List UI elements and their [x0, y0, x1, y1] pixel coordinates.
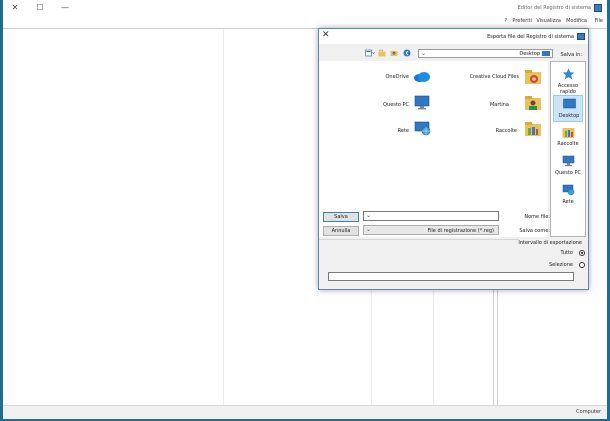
save-button[interactable]: Salva: [323, 212, 359, 222]
libraries-icon: [562, 128, 575, 138]
status-bar: Computer: [3, 405, 607, 419]
place-label: Questo PC: [555, 170, 581, 176]
network-icon: [414, 121, 431, 136]
export-range-label: Intervallo di esportazione: [518, 240, 582, 246]
menu-visualizza[interactable]: Visualizza: [536, 18, 561, 24]
save-in-label: Salva in:: [560, 52, 582, 58]
menu-modifica[interactable]: Modifica: [566, 18, 587, 24]
chevron-down-icon[interactable]: ⌄: [366, 212, 371, 219]
desktop-icon: [542, 51, 550, 56]
menu-file[interactable]: File: [595, 18, 603, 24]
range-selected-label: Selezione: [548, 262, 573, 268]
file-label: Raccolte: [495, 128, 517, 134]
view-menu-icon[interactable]: [365, 49, 375, 57]
save-as-type-label: Salva come:: [519, 228, 550, 234]
filename-input[interactable]: ⌄: [363, 211, 499, 221]
place-label: Rete: [562, 199, 574, 205]
close-window-button[interactable]: ✕: [9, 3, 21, 13]
file-label: Rete: [397, 128, 409, 134]
place-label: Raccolte: [557, 141, 579, 147]
place-accesso-rapido[interactable]: Accesso rapido: [553, 66, 583, 95]
file-label: Martina: [489, 102, 509, 108]
range-selected-radio[interactable]: [579, 262, 585, 268]
file-label: OneDrive: [385, 74, 409, 80]
star-icon: [562, 68, 575, 80]
network-icon: [562, 184, 575, 196]
filename-label: Nome file:: [524, 214, 550, 220]
place-desktop[interactable]: Desktop: [553, 95, 583, 122]
cloud-files-icon: [525, 70, 541, 84]
chevron-down-icon: ⌄: [366, 226, 372, 233]
chevron-down-icon: ⌄: [421, 50, 427, 57]
dialog-title: Esporta file del Registro di sistema: [487, 34, 574, 40]
up-folder-icon[interactable]: [390, 49, 398, 57]
status-path: Computer: [576, 409, 601, 415]
onedrive-icon: [414, 72, 430, 82]
export-dialog: ✕ Esporta file del Registro di sistema S…: [318, 28, 589, 290]
minimize-window-button[interactable]: —: [59, 3, 71, 13]
range-all-label: Tutto: [560, 250, 573, 256]
file-label: Questo PC: [383, 102, 409, 108]
computer-icon: [414, 95, 430, 110]
range-all-radio[interactable]: [579, 250, 585, 256]
desktop-icon: [563, 98, 576, 109]
save-as-type-value: File di registrazione (*.reg): [427, 228, 494, 234]
user-folder-icon: [525, 96, 541, 110]
cancel-button[interactable]: Annulla: [323, 226, 359, 236]
dialog-title-bar: ✕ Esporta file del Registro di sistema: [319, 29, 588, 44]
maximize-window-button[interactable]: ☐: [34, 3, 46, 13]
places-bar: Accesso rapido Desktop Raccolte Questo P…: [550, 61, 586, 237]
column-divider: [223, 29, 224, 405]
registry-editor-icon: [577, 33, 585, 40]
computer-icon: [562, 155, 575, 167]
selected-branch-input[interactable]: [328, 272, 574, 281]
dialog-close-button[interactable]: ✕: [322, 30, 330, 40]
place-raccolte[interactable]: Raccolte: [553, 124, 583, 151]
registry-editor-icon: [594, 4, 602, 12]
back-icon[interactable]: [403, 49, 411, 57]
save-in-value: Desktop: [519, 51, 540, 57]
radio-selected-dot: [581, 252, 583, 254]
new-folder-icon[interactable]: [378, 49, 386, 57]
place-questo-pc[interactable]: Questo PC: [553, 153, 583, 180]
menu-preferiti[interactable]: Preferiti: [512, 18, 532, 24]
window-title: Editor del Registro di sistema: [517, 5, 591, 11]
place-rete[interactable]: Rete: [553, 182, 583, 209]
place-label: Accesso rapido: [557, 83, 579, 95]
place-label: Desktop: [558, 113, 580, 119]
libraries-icon: [525, 122, 541, 136]
group-divider: [319, 239, 519, 240]
title-bar: ✕ ☐ — Editor del Registro di sistema: [3, 0, 607, 17]
menu-bar: File Modifica Visualizza Preferiti ?: [3, 17, 607, 26]
save-as-type-dropdown[interactable]: ⌄ File di registrazione (*.reg): [363, 225, 499, 235]
file-label: Creative Cloud Files: [469, 74, 519, 80]
menu-help[interactable]: ?: [504, 18, 507, 24]
save-in-dropdown[interactable]: ⌄ Desktop: [418, 49, 553, 58]
